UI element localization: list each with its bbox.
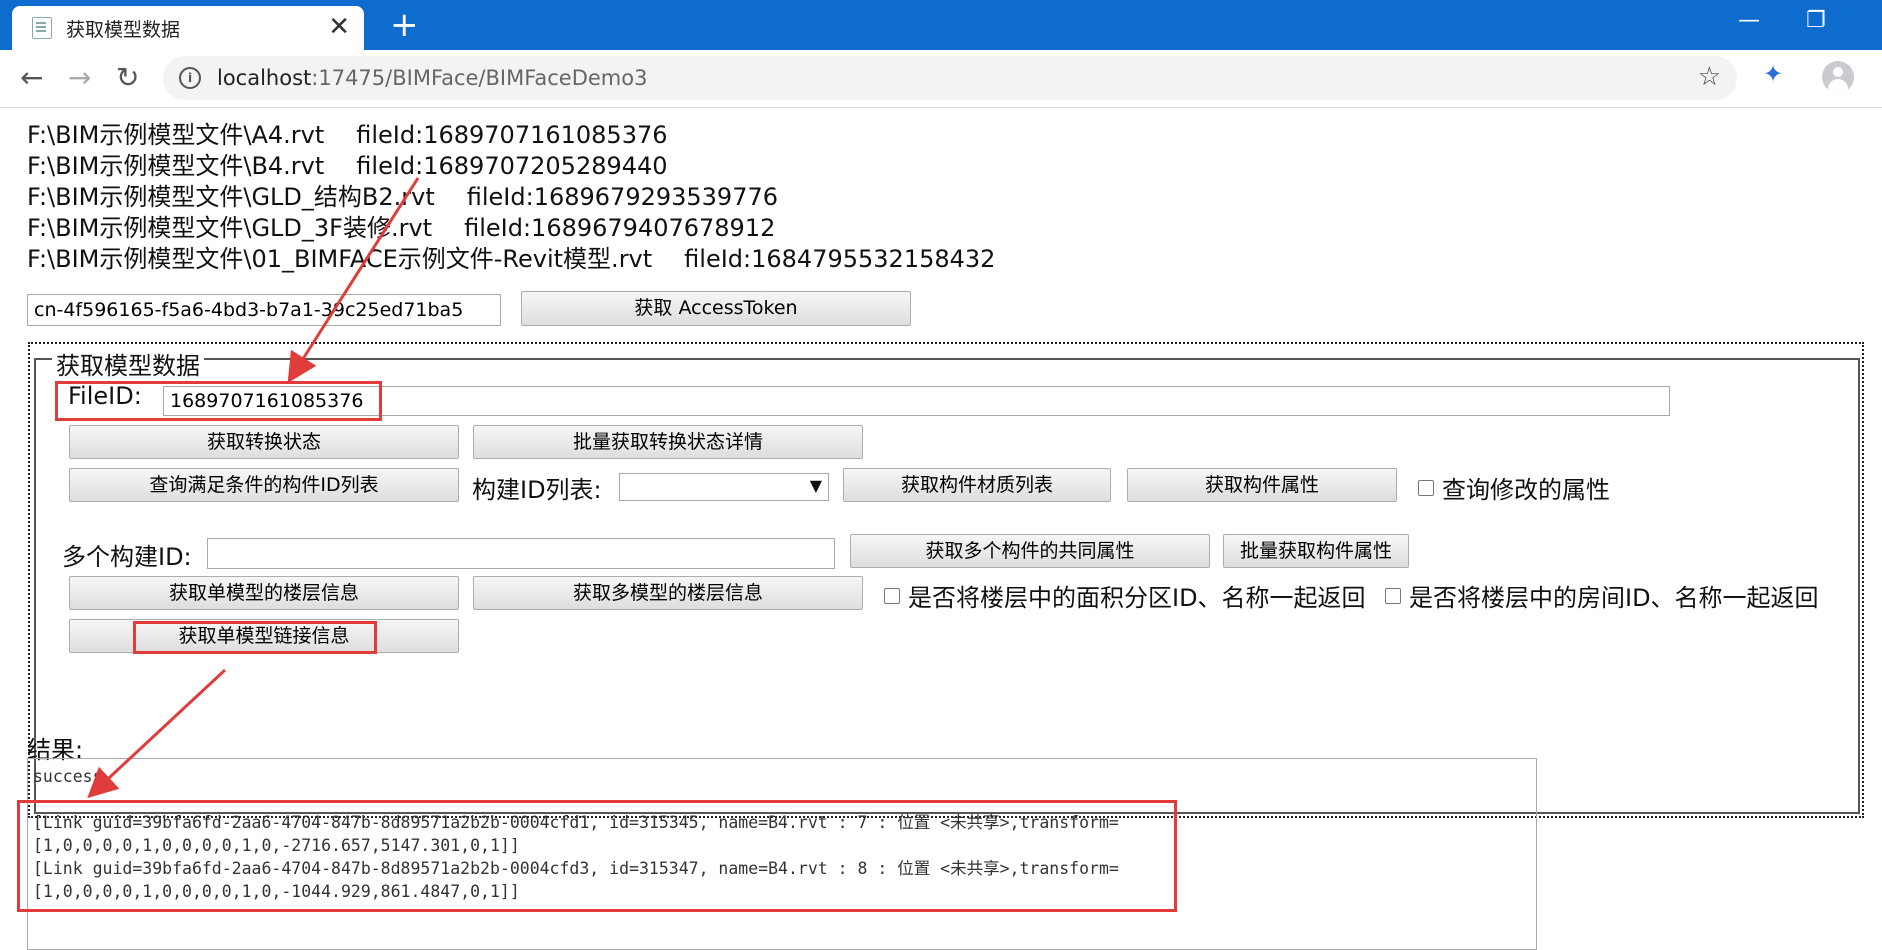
page-favicon-icon (32, 17, 52, 39)
include-room-checkbox[interactable] (1385, 587, 1401, 604)
result-highlight-box (17, 800, 1177, 912)
query-element-ids-button[interactable]: 查询满足条件的构件ID列表 (69, 468, 459, 502)
file-item: F:\BIM示例模型文件\GLD_结构B2.rvt fileId:16896792… (27, 183, 779, 211)
include-room-label: 是否将楼层中的房间ID、名称一起返回 (1409, 584, 1819, 612)
fileid-highlight-box (55, 381, 382, 421)
restore-window-icon[interactable]: ❐ (1806, 8, 1826, 33)
extension-icon[interactable]: ✦ (1760, 61, 1786, 87)
forward-arrow-icon[interactable]: → (68, 60, 91, 96)
multi-element-id-label: 多个构建ID: (62, 543, 192, 571)
query-modified-checkbox-row[interactable]: 查询修改的属性 (1418, 470, 1610, 505)
browser-titlebar: 获取模型数据 ✕ + — ❐ (0, 0, 1882, 50)
element-id-list-label: 构建ID列表: (472, 476, 602, 504)
multi-element-id-input[interactable] (207, 538, 835, 569)
batch-get-element-properties-button[interactable]: 批量获取构件属性 (1223, 534, 1409, 568)
site-info-icon[interactable]: i (179, 67, 201, 89)
dropdown-arrow-icon: ▼ (809, 476, 822, 495)
file-item: F:\BIM示例模型文件\01_BIMFACE示例文件-Revit模型.rvt f… (27, 245, 996, 273)
element-id-list-select[interactable]: ▼ (619, 473, 829, 501)
file-list: F:\BIM示例模型文件\A4.rvt fileId:16897071610853… (27, 120, 995, 275)
browser-toolbar: ← → ↻ i localhost:17475/BIMFace/BIMFaceD… (0, 50, 1882, 108)
access-token-input[interactable] (27, 294, 501, 326)
tab-title: 获取模型数据 (66, 18, 181, 41)
include-area-checkbox[interactable] (884, 587, 900, 604)
profile-avatar-icon[interactable] (1822, 61, 1854, 93)
page-content: F:\BIM示例模型文件\A4.rvt fileId:16897071610853… (0, 108, 1882, 950)
include-area-checkbox-row[interactable]: 是否将楼层中的面积分区ID、名称一起返回 (884, 578, 1366, 613)
links-button-highlight-box (133, 621, 377, 654)
reload-icon[interactable]: ↻ (116, 60, 139, 96)
batch-conversion-status-button[interactable]: 批量获取转换状态详情 (473, 425, 863, 459)
result-status: success (33, 767, 103, 786)
fieldset-legend: 获取模型数据 (52, 346, 204, 381)
back-arrow-icon[interactable]: ← (20, 60, 43, 96)
get-element-materials-button[interactable]: 获取构件材质列表 (843, 468, 1111, 502)
new-tab-icon[interactable]: + (390, 6, 419, 44)
fileid-input[interactable] (163, 386, 1670, 416)
file-item: F:\BIM示例模型文件\A4.rvt fileId:16897071610853… (27, 121, 668, 149)
get-access-token-button[interactable]: 获取 AccessToken (521, 291, 911, 326)
get-conversion-status-button[interactable]: 获取转换状态 (69, 425, 459, 459)
get-multi-model-floors-button[interactable]: 获取多模型的楼层信息 (473, 576, 863, 610)
browser-tab[interactable]: 获取模型数据 ✕ (12, 6, 364, 50)
file-item: F:\BIM示例模型文件\GLD_3F装修.rvt fileId:16896794… (27, 214, 776, 242)
minimize-window-icon[interactable]: — (1738, 8, 1760, 33)
bookmark-star-icon[interactable]: ☆ (1698, 62, 1721, 92)
include-room-checkbox-row[interactable]: 是否将楼层中的房间ID、名称一起返回 (1385, 578, 1819, 613)
get-common-properties-button[interactable]: 获取多个构件的共同属性 (850, 534, 1210, 568)
address-bar[interactable]: i localhost:17475/BIMFace/BIMFaceDemo3 ☆ (163, 56, 1737, 100)
query-modified-checkbox[interactable] (1418, 479, 1434, 496)
get-single-model-floors-button[interactable]: 获取单模型的楼层信息 (69, 576, 459, 610)
url-text[interactable]: localhost:17475/BIMFace/BIMFaceDemo3 (217, 66, 647, 90)
get-element-properties-button[interactable]: 获取构件属性 (1127, 468, 1397, 502)
include-area-label: 是否将楼层中的面积分区ID、名称一起返回 (908, 584, 1366, 612)
close-tab-icon[interactable]: ✕ (328, 14, 350, 40)
query-modified-label: 查询修改的属性 (1442, 476, 1610, 504)
file-item: F:\BIM示例模型文件\B4.rvt fileId:16897072052894… (27, 152, 668, 180)
